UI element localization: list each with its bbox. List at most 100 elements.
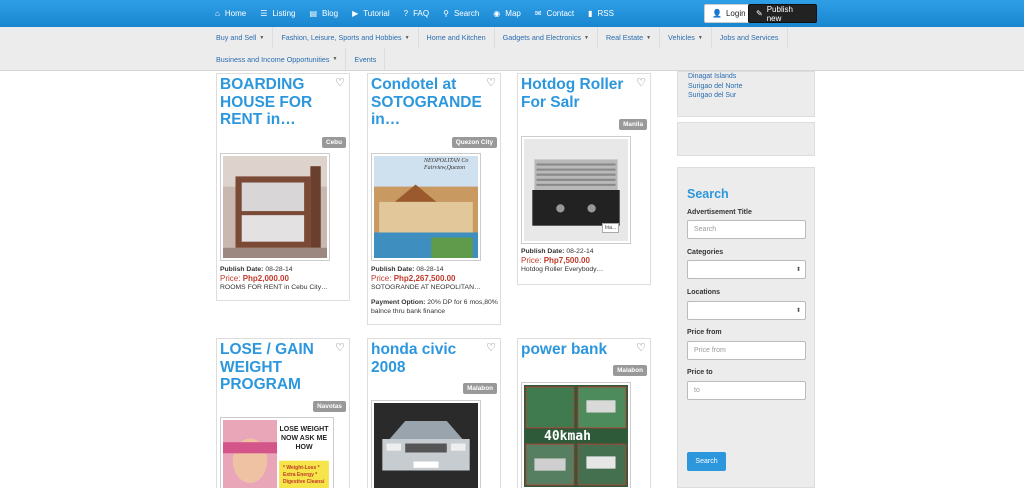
location-badge: Malabon bbox=[613, 365, 647, 376]
listing-title[interactable]: BOARDING HOUSE FOR RENT in… bbox=[220, 76, 338, 129]
topnav-item-faq[interactable]: ? FAQ bbox=[397, 0, 436, 27]
price-value: Php7,500.00 bbox=[543, 256, 590, 265]
locations-select[interactable]: ⬍ bbox=[687, 301, 806, 320]
category-label: Real Estate bbox=[605, 33, 644, 42]
location-link[interactable]: Surigao del Norte bbox=[688, 82, 814, 92]
topnav-item-listing[interactable]: ☰ Listing bbox=[253, 0, 302, 27]
listing-thumbnail[interactable]: 40kmah bbox=[521, 382, 631, 488]
caret-down-icon: ▼ bbox=[404, 34, 410, 41]
topnav-item-tutorial[interactable]: ▶ Tutorial bbox=[345, 0, 397, 27]
publish-label: Publish new bbox=[766, 4, 793, 23]
category-item[interactable]: Events bbox=[346, 48, 386, 70]
category-row-1: Buy and Sell ▼ Fashion, Leisure, Sports an… bbox=[208, 27, 788, 48]
listing-card[interactable]: LOSE / GAIN WEIGHT PROGRAM ♡ Navotas LOS… bbox=[216, 338, 350, 488]
publish-date-label: Publish Date: bbox=[521, 248, 565, 255]
publish-date: 08-22-14 bbox=[566, 248, 594, 255]
image-headline: 40kmah bbox=[544, 429, 591, 444]
category-label: Events bbox=[354, 54, 377, 64]
topnav-item-search[interactable]: ⚲ Search bbox=[436, 0, 486, 27]
category-label: Jobs and Services bbox=[719, 33, 779, 42]
topnav-label: FAQ bbox=[413, 9, 430, 18]
category-item[interactable]: Buy and Sell ▼ bbox=[208, 27, 274, 48]
category-label: Business and Income Opportunities bbox=[216, 54, 330, 64]
search-button[interactable]: Search bbox=[687, 452, 726, 471]
location-badge: Quezon City bbox=[451, 137, 497, 148]
caret-down-icon: ▼ bbox=[583, 34, 589, 41]
topnav-item-contact[interactable]: ✉ Contact bbox=[528, 0, 581, 27]
topnav-label: Listing bbox=[272, 9, 296, 18]
price-value: Php2,267,500.00 bbox=[393, 274, 456, 283]
image-list: * Weight-Loss * Extra Energy * Digestive… bbox=[283, 465, 325, 485]
publish-new-button[interactable]: ✎ Publish new bbox=[748, 4, 817, 23]
price-to-input[interactable]: to bbox=[687, 381, 806, 400]
listing-card[interactable]: power bank ♡ Malabon 40kmah bbox=[517, 338, 651, 488]
car-photo bbox=[374, 403, 478, 488]
image-caption: NEOPOLITAN Co Fairview,Quezon bbox=[424, 158, 469, 171]
topnav-item-blog[interactable]: ▤ Blog bbox=[302, 0, 345, 27]
heart-icon[interactable]: ♡ bbox=[636, 76, 646, 89]
ad-title-label: Advertisement Title bbox=[687, 209, 752, 216]
publish-date: 08-28-14 bbox=[265, 266, 293, 273]
listing-title[interactable]: power bank bbox=[521, 341, 639, 359]
location-link[interactable]: Surigao del Sur bbox=[688, 91, 814, 101]
topnav-item-map[interactable]: ◉ Map bbox=[486, 0, 528, 27]
listing-thumbnail[interactable]: Iria... bbox=[521, 136, 631, 244]
listing-card[interactable]: BOARDING HOUSE FOR RENT in… ♡ Cebu Publi… bbox=[216, 73, 350, 301]
listing-thumbnail[interactable]: NEOPOLITAN Co Fairview,Quezon bbox=[371, 153, 481, 261]
ad-title-input[interactable]: Search bbox=[687, 220, 806, 239]
heart-icon[interactable]: ♡ bbox=[636, 341, 646, 354]
categories-label: Categories bbox=[687, 249, 724, 256]
listing-thumbnail[interactable]: LOSE WEIGHT NOW ASK ME HOW * Weight-Loss… bbox=[220, 417, 334, 488]
price-value: Php2,000.00 bbox=[242, 274, 289, 283]
heart-icon[interactable]: ♡ bbox=[335, 341, 345, 354]
login-label: Login bbox=[725, 9, 746, 18]
category-item[interactable]: Jobs and Services bbox=[712, 27, 788, 48]
login-button[interactable]: 👤 Login bbox=[704, 4, 754, 23]
price-label: Price: bbox=[220, 274, 241, 283]
category-row-2: Business and Income Opportunities ▼ Events bbox=[208, 48, 386, 70]
price-from-input[interactable]: Price from bbox=[687, 341, 806, 360]
location-badge: Manila bbox=[619, 119, 647, 130]
user-icon: 👤 bbox=[712, 9, 722, 18]
price-from-label: Price from bbox=[687, 329, 722, 336]
listing-title[interactable]: LOSE / GAIN WEIGHT PROGRAM bbox=[220, 341, 338, 394]
category-item[interactable]: Home and Kitchen bbox=[419, 27, 495, 48]
category-label: Home and Kitchen bbox=[426, 33, 486, 42]
category-item[interactable]: Vehicles ▼ bbox=[660, 27, 712, 48]
listing-card[interactable]: honda civic 2008 ♡ Malabon bbox=[367, 338, 501, 488]
topnav-label: Blog bbox=[322, 9, 339, 18]
image-overlay-label: Iria... bbox=[602, 223, 620, 233]
category-item[interactable]: Fashion, Leisure, Sports and Hobbies ▼ bbox=[273, 27, 419, 48]
listing-description: SOTOGRANDE AT NEOPOLITAN… bbox=[371, 284, 481, 291]
sidebar-panel bbox=[677, 122, 815, 156]
topnav-item-home[interactable]: ⌂ Home bbox=[208, 0, 253, 27]
listing-card[interactable]: Condotel at SOTOGRANDE in… ♡ Quezon City… bbox=[367, 73, 501, 325]
publish-date-label: Publish Date: bbox=[371, 266, 415, 273]
price-to-label: Price to bbox=[687, 369, 713, 376]
search-panel: Search Advertisement Title Search Catego… bbox=[677, 167, 815, 488]
topnav-label: Map bbox=[505, 9, 521, 18]
listing-meta: Publish Date: 08-28-14 Price: Php2,000.0… bbox=[220, 265, 349, 292]
location-link[interactable]: Dinagat Islands bbox=[688, 72, 814, 82]
play-icon: ▶ bbox=[352, 9, 359, 18]
category-item[interactable]: Business and Income Opportunities ▼ bbox=[208, 48, 347, 70]
heart-icon[interactable]: ♡ bbox=[335, 76, 345, 89]
categories-select[interactable]: ⬍ bbox=[687, 260, 806, 279]
topnav-label: Tutorial bbox=[363, 9, 390, 18]
category-item[interactable]: Real Estate ▼ bbox=[598, 27, 661, 48]
listing-thumbnail[interactable] bbox=[371, 400, 481, 488]
listing-title[interactable]: Hotdog Roller For Salr bbox=[521, 76, 639, 111]
category-label: Vehicles bbox=[668, 33, 695, 42]
listing-card[interactable]: Hotdog Roller For Salr ♡ Manila Iria... … bbox=[517, 73, 651, 285]
heart-icon[interactable]: ♡ bbox=[486, 341, 496, 354]
list-icon: ☰ bbox=[260, 9, 268, 18]
heart-icon[interactable]: ♡ bbox=[486, 76, 496, 89]
listing-thumbnail[interactable] bbox=[220, 153, 330, 261]
listing-title[interactable]: Condotel at SOTOGRANDE in… bbox=[371, 76, 489, 129]
listing-title[interactable]: honda civic 2008 bbox=[371, 341, 489, 376]
location-badge: Navotas bbox=[313, 401, 346, 412]
caret-down-icon: ▼ bbox=[646, 34, 652, 41]
topnav-item-rss[interactable]: ▮ RSS bbox=[581, 0, 621, 27]
topnav-label: Search bbox=[453, 9, 480, 18]
category-item[interactable]: Gadgets and Electronics ▼ bbox=[495, 27, 598, 48]
